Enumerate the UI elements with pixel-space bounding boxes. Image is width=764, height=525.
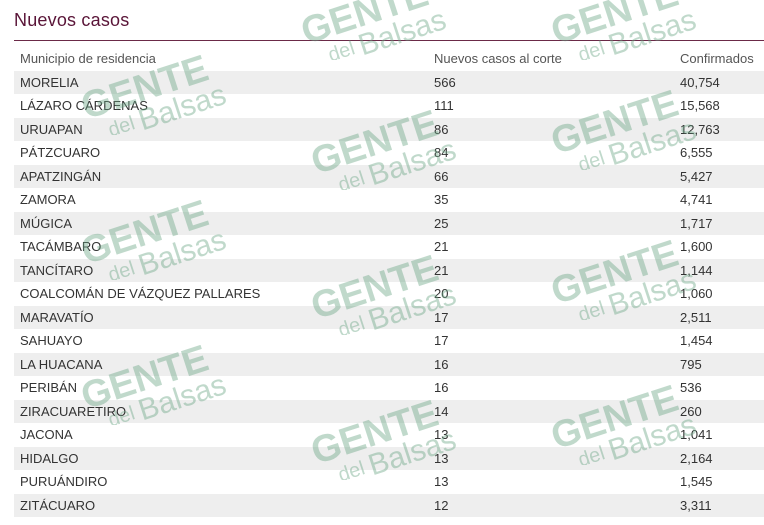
cell-nuevos-casos: 12 xyxy=(434,497,449,513)
cell-municipio: LÁZARO CÁRDENAS xyxy=(20,98,148,113)
table-body: MORELIA 566 40,754 LÁZARO CÁRDENAS 111 15,568… xyxy=(14,70,764,517)
table-row: MORELIA 566 40,754 xyxy=(14,70,764,94)
svg-text:GENTE: GENTE xyxy=(296,0,433,53)
cell-municipio: MORELIA xyxy=(20,74,79,90)
cell-confirmados: 1,144 xyxy=(680,262,713,278)
column-header-nuevos-casos: Nuevos casos al corte xyxy=(434,51,562,66)
cell-nuevos-casos: 17 xyxy=(434,333,449,348)
cell-municipio: ZIRACUARETIRO xyxy=(20,403,127,419)
table-row: TACÁMBARO 21 1,600 xyxy=(14,235,764,259)
cell-nuevos-casos: 13 xyxy=(434,450,449,466)
svg-text:GENTE: GENTE xyxy=(546,0,683,53)
cell-municipio: PERIBÁN xyxy=(20,380,78,395)
cell-nuevos-casos: 20 xyxy=(434,286,449,301)
cell-nuevos-casos: 16 xyxy=(434,380,449,395)
cell-confirmados: 795 xyxy=(680,356,702,372)
cell-confirmados: 536 xyxy=(680,380,702,395)
cell-nuevos-casos: 66 xyxy=(434,168,449,184)
cell-confirmados: 1,717 xyxy=(680,215,713,231)
cell-confirmados: 4,741 xyxy=(680,192,713,207)
table-row: LÁZARO CÁRDENAS 111 15,568 xyxy=(14,94,764,118)
cell-confirmados: 1,041 xyxy=(680,427,713,442)
cell-confirmados: 40,754 xyxy=(680,74,720,90)
column-header-municipio: Municipio de residencia xyxy=(20,51,156,66)
table-row: SAHUAYO 17 1,454 xyxy=(14,329,764,353)
cell-municipio: ZAMORA xyxy=(20,192,76,207)
table-row: PURUÁNDIRO 13 1,545 xyxy=(14,470,764,494)
table-row: APATZINGÁN 66 5,427 xyxy=(14,164,764,188)
cell-confirmados: 15,568 xyxy=(680,98,720,113)
table-row: PÁTZCUARO 84 6,555 xyxy=(14,141,764,165)
cell-confirmados: 1,060 xyxy=(680,286,713,301)
cell-confirmados: 260 xyxy=(680,403,702,419)
cell-nuevos-casos: 25 xyxy=(434,215,449,231)
cell-nuevos-casos: 86 xyxy=(434,121,449,137)
cell-municipio: TANCÍTARO xyxy=(20,262,94,278)
cell-nuevos-casos: 13 xyxy=(434,427,449,442)
cell-confirmados: 1,600 xyxy=(680,239,713,254)
title-rule xyxy=(14,40,764,41)
table-row: MÚGICA 25 1,717 xyxy=(14,211,764,235)
cell-confirmados: 12,763 xyxy=(680,121,720,137)
cell-municipio: APATZINGÁN xyxy=(20,168,102,184)
cell-municipio: URUAPAN xyxy=(20,121,83,137)
table-row: JACONA 13 1,041 xyxy=(14,423,764,447)
cell-nuevos-casos: 566 xyxy=(434,74,456,90)
cell-nuevos-casos: 84 xyxy=(434,145,449,160)
cell-confirmados: 2,164 xyxy=(680,450,713,466)
cell-municipio: ZITÁCUARO xyxy=(20,497,96,513)
table-row: ZIRACUARETIRO 14 260 xyxy=(14,399,764,423)
cell-nuevos-casos: 21 xyxy=(434,239,449,254)
cell-municipio: JACONA xyxy=(20,427,73,442)
cell-confirmados: 2,511 xyxy=(680,309,712,325)
cell-nuevos-casos: 14 xyxy=(434,403,449,419)
table-row: ZAMORA 35 4,741 xyxy=(14,188,764,212)
cell-confirmados: 1,545 xyxy=(680,474,713,489)
cell-confirmados: 3,311 xyxy=(680,497,712,513)
table-row: PERIBÁN 16 536 xyxy=(14,376,764,400)
table-row: ZITÁCUARO 12 3,311 xyxy=(14,493,764,517)
cell-municipio: COALCOMÁN DE VÁZQUEZ PALLARES xyxy=(20,286,261,301)
cell-municipio: PURUÁNDIRO xyxy=(20,474,108,489)
table-row: COALCOMÁN DE VÁZQUEZ PALLARES 20 1,060 xyxy=(14,282,764,306)
cell-nuevos-casos: 111 xyxy=(434,98,454,113)
cell-municipio: TACÁMBARO xyxy=(20,239,102,254)
table-row: TANCÍTARO 21 1,144 xyxy=(14,258,764,282)
cell-municipio: HIDALGO xyxy=(20,450,79,466)
cell-nuevos-casos: 21 xyxy=(434,262,449,278)
table-header-row: Municipio de residencia Nuevos casos al … xyxy=(14,47,764,71)
cell-municipio: MÚGICA xyxy=(20,215,72,231)
cell-confirmados: 1,454 xyxy=(680,333,713,348)
cell-nuevos-casos: 13 xyxy=(434,474,449,489)
cell-municipio: LA HUACANA xyxy=(20,356,103,372)
table-row: URUAPAN 86 12,763 xyxy=(14,117,764,141)
cell-municipio: MARAVATÍO xyxy=(20,309,94,325)
cell-municipio: SAHUAYO xyxy=(20,333,83,348)
cell-nuevos-casos: 35 xyxy=(434,192,449,207)
table-title: Nuevos casos xyxy=(14,10,130,30)
cases-table: Municipio de residencia Nuevos casos al … xyxy=(14,47,764,517)
table-row: LA HUACANA 16 795 xyxy=(14,352,764,376)
table-row: HIDALGO 13 2,164 xyxy=(14,446,764,470)
cell-nuevos-casos: 17 xyxy=(434,309,449,325)
cell-confirmados: 6,555 xyxy=(680,145,713,160)
column-header-confirmados: Confirmados xyxy=(680,51,754,66)
table-row: MARAVATÍO 17 2,511 xyxy=(14,305,764,329)
cell-confirmados: 5,427 xyxy=(680,168,713,184)
cell-nuevos-casos: 16 xyxy=(434,356,449,372)
cell-municipio: PÁTZCUARO xyxy=(20,145,101,160)
